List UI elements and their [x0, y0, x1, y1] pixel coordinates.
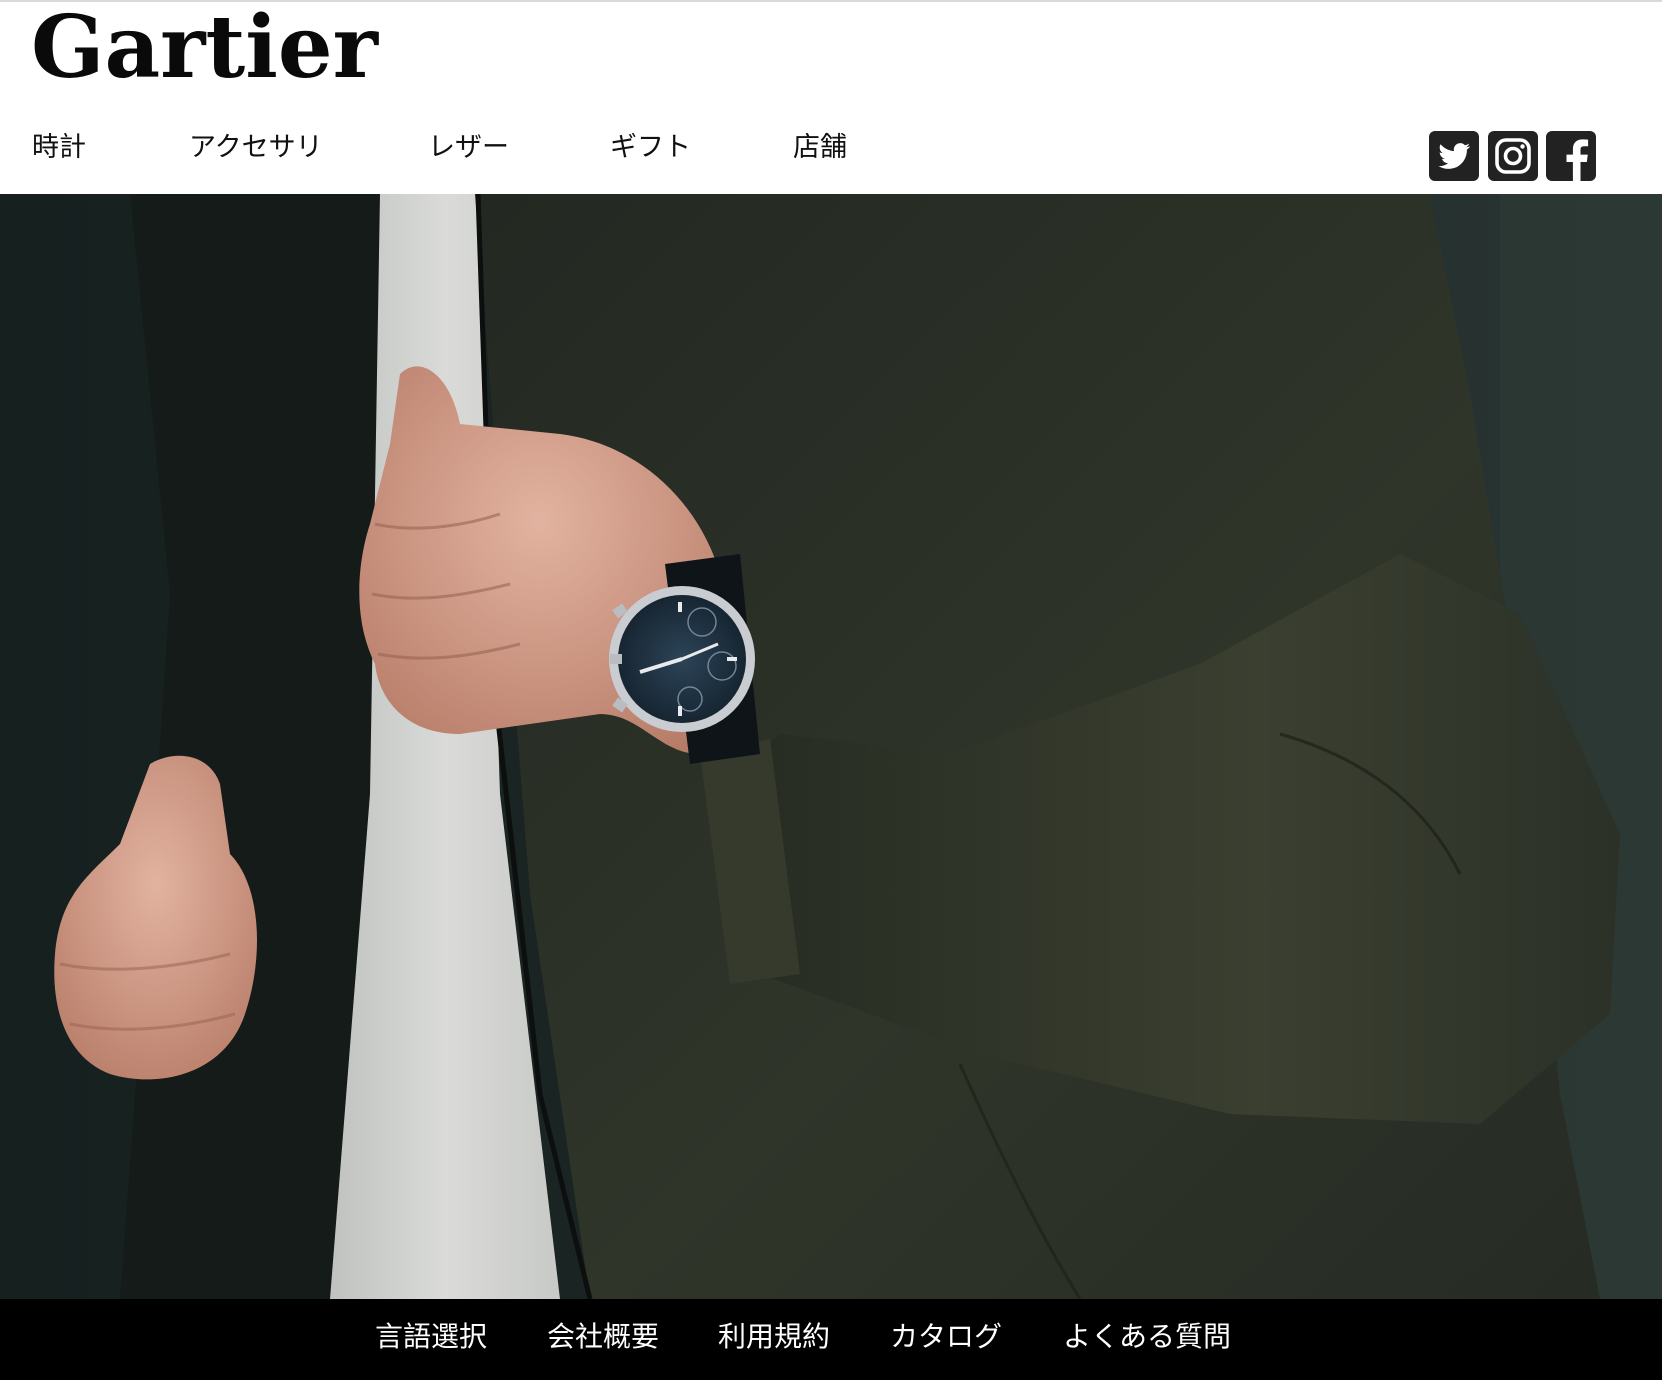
footer-link-faq[interactable]: よくある質問 [1063, 1317, 1231, 1357]
site-header: Gartier 時計 アクセサリ レザー ギフト 店舗 [0, 0, 1662, 194]
footer-link-language[interactable]: 言語選択 [375, 1317, 487, 1357]
footer-link-terms[interactable]: 利用規約 [718, 1317, 830, 1357]
footer-link-company[interactable]: 会社概要 [547, 1317, 659, 1357]
nav-item-gifts[interactable]: ギフト [610, 128, 691, 168]
site-footer: 言語選択 会社概要 利用規約 カタログ よくある質問 [0, 1299, 1662, 1380]
facebook-icon[interactable] [1546, 131, 1596, 181]
nav-item-watches[interactable]: 時計 [32, 128, 86, 168]
instagram-icon[interactable] [1488, 131, 1538, 181]
brand-logo[interactable]: Gartier [31, 0, 378, 98]
nav-item-accessories[interactable]: アクセサリ [189, 128, 323, 168]
twitter-icon[interactable] [1429, 131, 1479, 181]
hero-image [0, 194, 1662, 1299]
main-nav: 時計 アクセサリ レザー ギフト 店舗 [0, 128, 1000, 168]
footer-link-catalog[interactable]: カタログ [890, 1317, 1002, 1357]
page: Gartier 時計 アクセサリ レザー ギフト 店舗 言語選択 会社概要 利用… [0, 0, 1662, 1380]
nav-item-leather[interactable]: レザー [428, 128, 509, 168]
nav-item-stores[interactable]: 店舗 [793, 128, 847, 168]
hero-photo [0, 194, 1662, 1299]
